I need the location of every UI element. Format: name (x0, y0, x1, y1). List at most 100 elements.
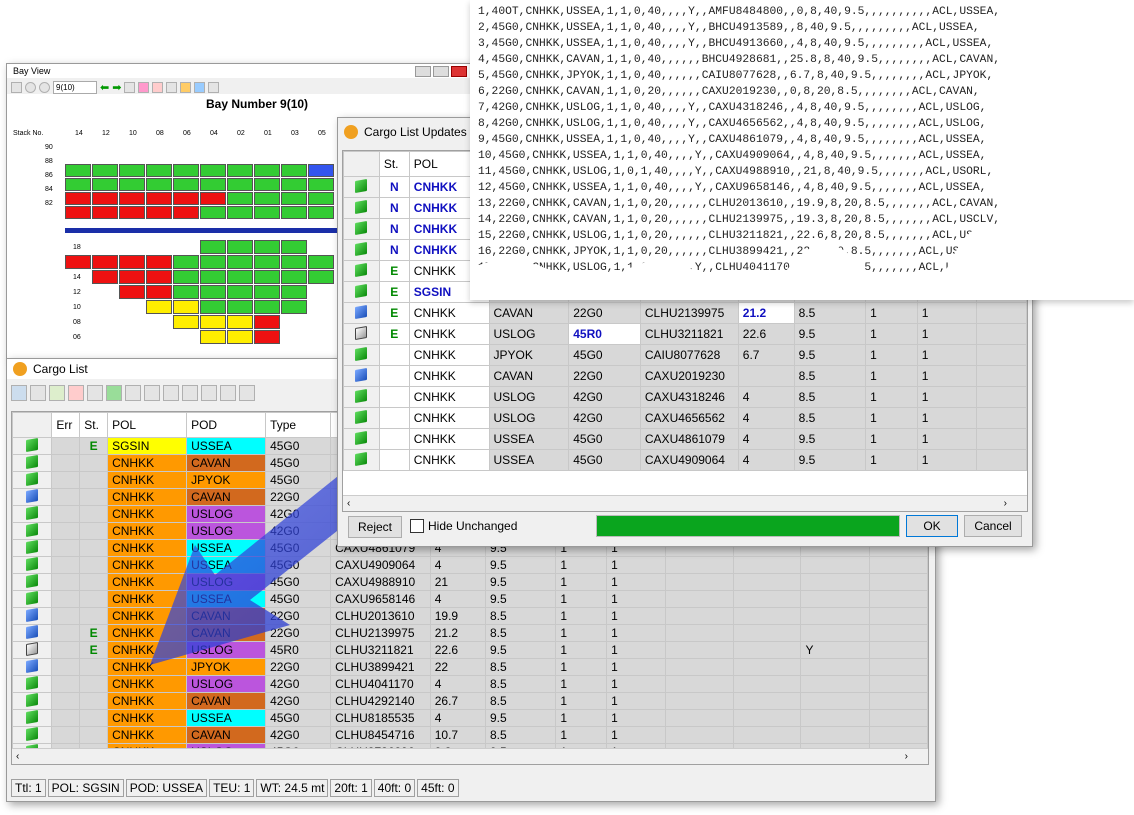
arrow-left-icon[interactable]: ⬅ (100, 81, 109, 94)
table-row[interactable]: E CNHKK USLOG 45R0 CLHU3211821 22.6 9.5 1 1 Y (12, 641, 928, 659)
insert-icon[interactable] (49, 385, 65, 401)
col-header-pod[interactable]: POD (186, 412, 267, 438)
bay-slot[interactable] (92, 164, 118, 177)
bay-slot[interactable] (92, 270, 118, 284)
bay-slot[interactable] (227, 255, 253, 269)
settings-icon[interactable] (166, 81, 178, 93)
bay-slot[interactable] (200, 240, 226, 254)
bay-slot[interactable] (308, 164, 334, 177)
bay-slot[interactable] (254, 315, 280, 329)
bay-slot[interactable] (173, 192, 199, 205)
bay-slot[interactable] (173, 206, 199, 219)
bay-slot[interactable] (146, 300, 172, 314)
table-row[interactable]: CNHKK USLOG 42G0 CLHU4041170 4 8.5 1 1 (12, 675, 928, 693)
bay-slot[interactable] (254, 300, 280, 314)
bay-slot[interactable] (281, 285, 307, 299)
bay-slot[interactable] (254, 240, 280, 254)
bay-slot[interactable] (227, 270, 253, 284)
delete-row-icon[interactable] (68, 385, 84, 401)
hide-unchanged-checkbox[interactable] (410, 519, 424, 533)
table-row[interactable]: E CNHKK CAVAN 22G0 CLHU2139975 21.2 8.5 1 1 (343, 302, 1027, 324)
table-row[interactable]: CNHKK CAVAN 42G0 CLHU8454716 10.7 8.5 1 1 (12, 726, 928, 744)
arrow-right-icon[interactable]: ➡ (112, 81, 121, 94)
bay-slot[interactable] (281, 240, 307, 254)
table-row[interactable]: CNHKK USSEA 45G0 CAXU4909064 4 9.5 1 1 (343, 449, 1027, 471)
bay-slot[interactable] (254, 255, 280, 269)
table-row[interactable]: E CNHKK CAVAN 22G0 CLHU2139975 21.2 8.5 1 1 (12, 624, 928, 642)
bay-slot[interactable] (281, 270, 307, 284)
bay-slot[interactable] (173, 178, 199, 191)
bay-slot[interactable] (146, 192, 172, 205)
bay-slot[interactable] (173, 255, 199, 269)
bay-slot[interactable] (308, 270, 334, 284)
bay-slot[interactable] (146, 285, 172, 299)
table-row[interactable]: CNHKK CAVAN 42G0 CLHU4292140 26.7 8.5 1 1 (12, 692, 928, 710)
col-header-err[interactable]: Err (51, 412, 81, 438)
bay-slot[interactable] (200, 285, 226, 299)
bay-slot[interactable] (308, 206, 334, 219)
bay-slot[interactable] (254, 206, 280, 219)
bay-slot[interactable] (92, 206, 118, 219)
bay-slot[interactable] (281, 255, 307, 269)
bay-slot[interactable] (146, 178, 172, 191)
bay-slot[interactable] (227, 330, 253, 344)
table-row[interactable]: CNHKK USSEA 45G0 CAXU4909064 4 9.5 1 1 (12, 556, 928, 574)
bay-slot[interactable] (227, 192, 253, 205)
bay-select[interactable]: 9(10) (53, 80, 97, 94)
bay-slot[interactable] (173, 315, 199, 329)
bay-slot[interactable] (146, 270, 172, 284)
table-row[interactable]: CNHKK USLOG 42G0 CAXU4656562 4 8.5 1 1 (343, 407, 1027, 429)
bay-slot[interactable] (200, 178, 226, 191)
bay-slot[interactable] (119, 206, 145, 219)
filter-icon[interactable] (201, 385, 217, 401)
horizontal-scrollbar[interactable]: ‹ › (12, 748, 928, 764)
bay-slot[interactable] (200, 192, 226, 205)
bay-slot[interactable] (146, 206, 172, 219)
add-row-icon[interactable] (30, 385, 46, 401)
bay-slot[interactable] (254, 285, 280, 299)
bay-slot[interactable] (65, 255, 91, 269)
maximize-button[interactable] (433, 66, 449, 77)
col-header-pol[interactable]: POL (107, 412, 188, 438)
col-header-st[interactable]: St. (378, 151, 410, 177)
col-header-st[interactable]: St. (79, 412, 109, 438)
bay-slot[interactable] (92, 255, 118, 269)
bay-slot[interactable] (227, 285, 253, 299)
sort-icon[interactable] (182, 385, 198, 401)
export-icon[interactable] (208, 81, 220, 93)
bay-slot[interactable] (254, 330, 280, 344)
bay-slot[interactable] (173, 300, 199, 314)
reject-button[interactable]: Reject (348, 516, 402, 538)
bay-slot[interactable] (65, 178, 91, 191)
fit-icon[interactable] (11, 81, 22, 93)
table-icon[interactable] (152, 81, 164, 93)
filter-count-icon[interactable] (239, 385, 255, 401)
table-row[interactable]: CNHKK CAVAN 22G0 CAXU2019230 8.5 1 1 (343, 365, 1027, 387)
bay-slot[interactable] (254, 164, 280, 177)
bay-slot[interactable] (65, 206, 91, 219)
table-row[interactable]: CNHKK USSEA 45G0 CAXU9658146 4 9.5 1 1 (12, 590, 928, 608)
palette-icon[interactable] (194, 81, 206, 93)
bay-slot[interactable] (254, 270, 280, 284)
bay-slot[interactable] (173, 164, 199, 177)
indent-icon[interactable] (144, 385, 160, 401)
excel-icon[interactable] (106, 385, 122, 401)
bay-slot[interactable] (227, 300, 253, 314)
bay-slot[interactable] (119, 192, 145, 205)
bay-slot[interactable] (308, 192, 334, 205)
table-row[interactable]: CNHKK JPYOK 45G0 CAIU8077628 6.7 9.5 1 1 (343, 344, 1027, 366)
zoom-in-icon[interactable] (25, 81, 36, 93)
col-header-type[interactable]: Type (265, 412, 332, 438)
bay-slot[interactable] (119, 164, 145, 177)
bay-slot[interactable] (92, 178, 118, 191)
bay-slot[interactable] (254, 178, 280, 191)
table-row[interactable]: CNHKK USSEA 45G0 CAXU4861079 4 9.5 1 1 (343, 428, 1027, 450)
bay-slot[interactable] (119, 270, 145, 284)
bay-slot[interactable] (227, 178, 253, 191)
select-icon[interactable] (11, 385, 27, 401)
bay-slot[interactable] (173, 270, 199, 284)
table-row[interactable]: CNHKK USSEA 45G0 CLHU8185535 4 9.5 1 1 (12, 709, 928, 727)
bay-slot[interactable] (227, 315, 253, 329)
updates-horizontal-scrollbar[interactable]: ‹ › (343, 495, 1027, 511)
close-button[interactable] (451, 66, 467, 77)
